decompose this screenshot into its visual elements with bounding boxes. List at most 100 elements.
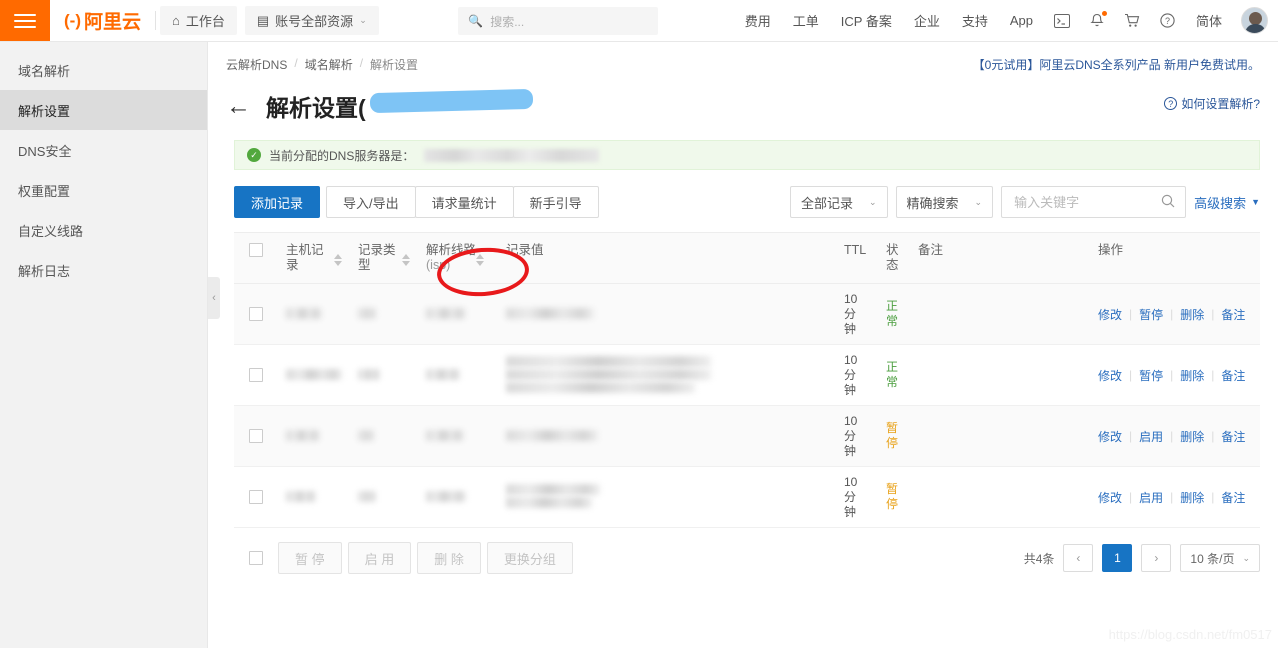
nav-link-tickets[interactable]: 工单 <box>782 11 830 30</box>
breadcrumb-item-dns[interactable]: 云解析DNS <box>226 56 287 73</box>
breadcrumb-item-current: 解析设置 <box>370 56 418 73</box>
redaction-bar <box>358 491 376 502</box>
table-row: 10分钟正常修改|暂停|删除|备注 <box>234 345 1260 406</box>
avatar[interactable] <box>1241 7 1268 34</box>
page-size-select[interactable]: 10 条/页 ⌄ <box>1180 544 1260 572</box>
action-delete[interactable]: 删除 <box>1180 489 1204 506</box>
action-edit[interactable]: 修改 <box>1098 489 1122 506</box>
ttl-value: 10分钟 <box>844 292 857 337</box>
column-host[interactable]: 主机记录 <box>278 243 350 273</box>
action-note[interactable]: 备注 <box>1221 428 1245 445</box>
nav-link-support[interactable]: 支持 <box>951 11 999 30</box>
sidebar-item-weight-config[interactable]: 权重配置 <box>0 170 207 210</box>
match-mode-filter[interactable]: 精确搜索 ⌄ <box>896 186 994 218</box>
advanced-search-link[interactable]: 高级搜索 ▼ <box>1194 193 1260 212</box>
nav-link-app[interactable]: App <box>999 13 1044 28</box>
promo-banner[interactable]: 【0元试用】阿里云DNS全系列产品 新用户免费试用。 <box>973 56 1260 73</box>
action-edit[interactable]: 修改 <box>1098 428 1122 445</box>
console-icon[interactable] <box>1044 14 1080 28</box>
batch-pause-button[interactable]: 暂 停 <box>278 542 342 574</box>
action-separator: | <box>1129 490 1132 504</box>
cell-line <box>418 308 498 321</box>
request-stats-button[interactable]: 请求量统计 <box>415 186 514 218</box>
beginner-guide-button[interactable]: 新手引导 <box>513 186 599 218</box>
page-1-button[interactable]: 1 <box>1102 544 1132 572</box>
sidebar-collapse-handle[interactable]: ‹ <box>208 277 220 319</box>
all-resources-dropdown[interactable]: ▤ 账号全部资源 ⌄ <box>245 6 379 35</box>
row-checkbox[interactable] <box>249 429 263 443</box>
action-delete[interactable]: 删除 <box>1180 367 1204 384</box>
cell-ttl: 10分钟 <box>836 292 878 337</box>
sort-icon[interactable] <box>476 250 484 266</box>
next-page-button[interactable]: › <box>1141 544 1171 572</box>
row-select-cell <box>234 490 278 504</box>
nav-link-icp[interactable]: ICP 备案 <box>830 11 903 30</box>
sort-icon[interactable] <box>402 250 410 266</box>
workbench-button[interactable]: ⌂ 工作台 <box>160 6 237 35</box>
help-icon[interactable]: ? <box>1150 13 1185 28</box>
action-toggle[interactable]: 暂停 <box>1139 367 1163 384</box>
action-note[interactable]: 备注 <box>1221 367 1245 384</box>
batch-delete-button[interactable]: 删 除 <box>417 542 481 574</box>
action-delete[interactable]: 删除 <box>1180 306 1204 323</box>
sidebar-item-custom-line[interactable]: 自定义线路 <box>0 210 207 250</box>
cell-operation: 修改|暂停|删除|备注 <box>1090 367 1260 384</box>
redacted-value <box>358 430 374 443</box>
redacted-value <box>286 430 320 443</box>
language-switch[interactable]: 简体 <box>1185 11 1233 30</box>
main-content: ‹ 云解析DNS / 域名解析 / 解析设置 【0元试用】阿里云DNS全系列产品… <box>208 42 1278 648</box>
redaction-bar <box>506 369 711 380</box>
redaction-bar <box>426 491 466 502</box>
action-separator: | <box>1170 490 1173 504</box>
cart-icon[interactable] <box>1114 13 1150 28</box>
row-checkbox[interactable] <box>249 368 263 382</box>
menu-toggle-button[interactable] <box>0 0 50 41</box>
cell-value <box>498 430 836 443</box>
row-checkbox[interactable] <box>249 490 263 504</box>
column-line[interactable]: 解析线路 (isp) <box>418 243 498 273</box>
table-footer: 暂 停 启 用 删 除 更换分组 共4条 ‹ 1 › 10 条/页 ⌄ <box>234 528 1260 574</box>
breadcrumb-item-domain[interactable]: 域名解析 <box>305 56 353 73</box>
action-note[interactable]: 备注 <box>1221 306 1245 323</box>
import-export-button[interactable]: 导入/导出 <box>326 186 416 218</box>
action-delete[interactable]: 删除 <box>1180 428 1204 445</box>
sort-icon[interactable] <box>334 250 342 266</box>
help-setup-link[interactable]: ? 如何设置解析? <box>1164 95 1260 112</box>
aliyun-logo[interactable]: (-) 阿里云 <box>50 0 155 41</box>
nav-link-enterprise[interactable]: 企业 <box>903 11 951 30</box>
back-arrow-icon[interactable]: ← <box>226 94 251 119</box>
prev-page-button[interactable]: ‹ <box>1063 544 1093 572</box>
search-icon[interactable] <box>1161 194 1175 211</box>
sidebar-item-resolve-settings[interactable]: 解析设置 <box>0 90 207 130</box>
redacted-value <box>286 308 322 321</box>
batch-enable-button[interactable]: 启 用 <box>348 542 412 574</box>
keyword-search-box[interactable] <box>1001 186 1186 218</box>
select-all-checkbox[interactable] <box>249 243 263 257</box>
batch-regroup-button[interactable]: 更换分组 <box>487 542 573 574</box>
record-type-filter[interactable]: 全部记录 ⌄ <box>790 186 888 218</box>
add-record-button[interactable]: 添加记录 <box>234 186 320 218</box>
svg-text:?: ? <box>1165 16 1170 26</box>
cell-line <box>418 491 498 504</box>
action-toggle[interactable]: 暂停 <box>1139 306 1163 323</box>
action-toggle[interactable]: 启用 <box>1139 489 1163 506</box>
column-type[interactable]: 记录类型 <box>350 243 418 273</box>
redaction-bar <box>286 369 342 380</box>
nav-link-fees[interactable]: 费用 <box>734 11 782 30</box>
sidebar-item-resolve-log[interactable]: 解析日志 <box>0 250 207 290</box>
action-edit[interactable]: 修改 <box>1098 306 1122 323</box>
row-checkbox[interactable] <box>249 307 263 321</box>
advanced-search-label: 高级搜索 <box>1194 193 1246 212</box>
action-edit[interactable]: 修改 <box>1098 367 1122 384</box>
action-separator: | <box>1211 368 1214 382</box>
sidebar-item-dns-security[interactable]: DNS安全 <box>0 130 207 170</box>
bell-icon[interactable] <box>1080 13 1114 29</box>
global-search[interactable]: 🔍 搜索... <box>458 7 658 35</box>
footer-select-all-checkbox[interactable] <box>249 551 263 565</box>
search-input[interactable] <box>1012 194 1152 211</box>
sidebar-item-domain-resolve[interactable]: 域名解析 <box>0 50 207 90</box>
action-note[interactable]: 备注 <box>1221 489 1245 506</box>
pagination: 共4条 ‹ 1 › 10 条/页 ⌄ <box>1024 544 1260 572</box>
action-toggle[interactable]: 启用 <box>1139 428 1163 445</box>
dns-server-notice: ✓ 当前分配的DNS服务器是： <box>234 140 1260 170</box>
